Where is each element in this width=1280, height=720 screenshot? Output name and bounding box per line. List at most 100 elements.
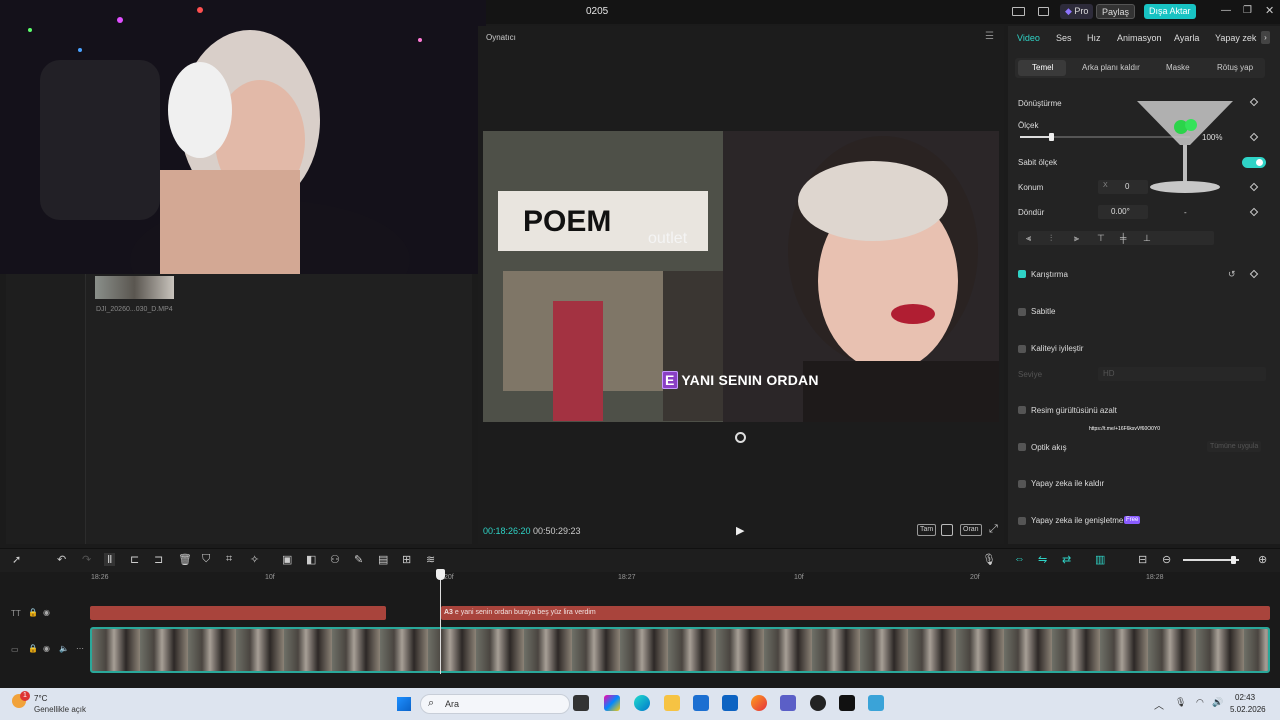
capcut-icon[interactable]: [839, 695, 855, 711]
taskview-icon[interactable]: [573, 695, 589, 711]
video-clip[interactable]: [90, 627, 1270, 673]
folder-icon[interactable]: [664, 695, 680, 711]
media-thumbnail[interactable]: [95, 276, 174, 299]
clock-date[interactable]: 5.02.2026: [1230, 705, 1266, 714]
tab-audio[interactable]: Ses: [1056, 33, 1072, 43]
wifi-icon[interactable]: ◠: [1196, 697, 1204, 708]
layout-icon[interactable]: [1012, 7, 1025, 16]
align-bottom-icon[interactable]: ⊥: [1143, 233, 1151, 244]
blend-checkbox[interactable]: [1018, 270, 1026, 278]
magic-icon[interactable]: ✎: [354, 553, 363, 566]
tab-speed[interactable]: Hız: [1087, 33, 1101, 43]
zoom-slider-knob[interactable]: [1231, 556, 1236, 564]
zoom-in-icon[interactable]: ⊕: [1258, 553, 1267, 566]
speaker-icon[interactable]: 🔈: [59, 644, 69, 653]
scale-slider-knob[interactable]: [1049, 133, 1054, 141]
stabilize-label[interactable]: Sabitle: [1031, 307, 1055, 316]
person-icon[interactable]: ⚇: [330, 553, 340, 566]
caption-icon[interactable]: ▤: [378, 553, 388, 566]
crop-icon[interactable]: ⌗: [226, 553, 232, 566]
denoise-checkbox[interactable]: [1018, 406, 1026, 414]
monitor-icon[interactable]: [1038, 7, 1049, 16]
apply-all-button[interactable]: Tümüne uygula: [1207, 441, 1262, 452]
export-button[interactable]: Dışa Aktar: [1144, 4, 1196, 19]
pro-button[interactable]: ◆ Pro: [1060, 4, 1094, 19]
tab-ai[interactable]: Yapay zek: [1215, 33, 1256, 43]
caption-track-icon[interactable]: ⊟: [1138, 553, 1147, 566]
ai-remove-checkbox[interactable]: [1018, 480, 1026, 488]
magnet-icon[interactable]: ⇋: [1038, 553, 1047, 566]
split-right-icon[interactable]: ⊐: [154, 553, 163, 566]
tool-icon[interactable]: ▣: [282, 553, 292, 566]
enhance-label[interactable]: Kaliteyi iyileştir: [1031, 344, 1083, 353]
windows-start-icon[interactable]: [397, 697, 411, 711]
store-icon[interactable]: [693, 695, 709, 711]
uniform-scale-toggle[interactable]: [1242, 157, 1266, 168]
rotate-field[interactable]: 0.00°: [1098, 205, 1148, 219]
tab-adjust[interactable]: Ayarla: [1174, 33, 1199, 43]
lock-icon[interactable]: 🔒: [28, 644, 38, 653]
subtab-retouch[interactable]: Rötuş yap: [1217, 63, 1253, 72]
microphone-tray-icon[interactable]: 🎙: [1175, 697, 1186, 708]
more-icon[interactable]: ⋯: [76, 644, 84, 653]
subtab-remove-bg[interactable]: Arka planı kaldır: [1082, 63, 1140, 72]
lock-icon[interactable]: 🔒: [28, 608, 38, 617]
share-button[interactable]: Paylaş: [1096, 4, 1136, 19]
subtitle-overlay[interactable]: E YANI SENIN ORDAN: [662, 371, 819, 389]
split-left-icon[interactable]: ⊏: [130, 553, 139, 566]
enhance-checkbox[interactable]: [1018, 345, 1026, 353]
ai-remove-label[interactable]: Yapay zeka ile kaldır: [1031, 479, 1104, 488]
align-center-icon[interactable]: ⫶: [1050, 233, 1052, 244]
stabilize-checkbox[interactable]: [1018, 308, 1026, 316]
reset-icon[interactable]: ↺: [1228, 269, 1236, 280]
minimize-icon[interactable]: —: [1221, 5, 1231, 16]
redo-icon[interactable]: ↷: [82, 553, 91, 566]
flip-button[interactable]: -: [1184, 208, 1187, 217]
link-icon[interactable]: ⇔: [1014, 553, 1025, 565]
align-top-icon[interactable]: ⊤: [1097, 233, 1105, 244]
ratio-button[interactable]: Oran: [960, 524, 982, 536]
full-quality-button[interactable]: Tam: [917, 524, 937, 536]
zoom-slider[interactable]: [1183, 556, 1239, 564]
clock-time[interactable]: 02:43: [1235, 693, 1255, 702]
play-icon[interactable]: ▶: [736, 524, 744, 537]
split-icon[interactable]: Ⅱ: [104, 553, 116, 566]
optical-flow-label[interactable]: Optik akış: [1031, 443, 1067, 452]
undo-icon[interactable]: ↶: [57, 553, 66, 566]
effect-icon[interactable]: ✧: [250, 553, 259, 566]
select-cursor-icon[interactable]: ➚: [12, 553, 21, 566]
tab-animation[interactable]: Animasyon: [1117, 33, 1162, 43]
blend-label[interactable]: Karıştırma: [1031, 270, 1068, 279]
playhead[interactable]: [440, 570, 441, 674]
subtab-basic[interactable]: Temel: [1032, 63, 1053, 72]
eye-icon[interactable]: ◉: [43, 644, 50, 653]
eye-icon[interactable]: ◉: [43, 608, 50, 617]
ai-expand-label[interactable]: Yapay zeka ile genişletme: [1031, 516, 1123, 525]
player-menu-icon[interactable]: ☰: [985, 31, 994, 42]
subtab-mask[interactable]: Maske: [1166, 63, 1190, 72]
chevron-right-icon[interactable]: ›: [1261, 31, 1270, 44]
tab-video[interactable]: Video: [1017, 33, 1040, 43]
maximize-icon[interactable]: ❐: [1243, 5, 1252, 16]
microphone-icon[interactable]: 🎙: [982, 553, 996, 566]
rotate-handle-icon[interactable]: [735, 432, 746, 443]
level-select[interactable]: HD: [1098, 367, 1266, 381]
copilot-icon[interactable]: [604, 695, 620, 711]
edge-icon[interactable]: [634, 695, 650, 711]
transform-heading[interactable]: Dönüştürme: [1018, 99, 1062, 108]
close-icon[interactable]: ✕: [1265, 4, 1274, 17]
shield-icon[interactable]: ⛉: [202, 553, 210, 566]
ai-expand-checkbox[interactable]: [1018, 517, 1026, 525]
snapshot-icon[interactable]: [941, 524, 953, 536]
fullscreen-icon[interactable]: ⤢: [989, 523, 998, 536]
outlook-icon[interactable]: [722, 695, 738, 711]
optical-flow-checkbox[interactable]: [1018, 443, 1026, 451]
teams-icon[interactable]: [780, 695, 796, 711]
zoom-out-icon[interactable]: ⊖: [1162, 553, 1171, 566]
obs-icon[interactable]: [810, 695, 826, 711]
denoise-label[interactable]: Resim gürültüsünü azalt: [1031, 406, 1117, 415]
notepad-icon[interactable]: [868, 695, 884, 711]
playhead-handle[interactable]: [436, 569, 445, 580]
mirror-icon[interactable]: ◧: [306, 553, 316, 566]
align-right-icon[interactable]: ⫸: [1074, 233, 1079, 244]
